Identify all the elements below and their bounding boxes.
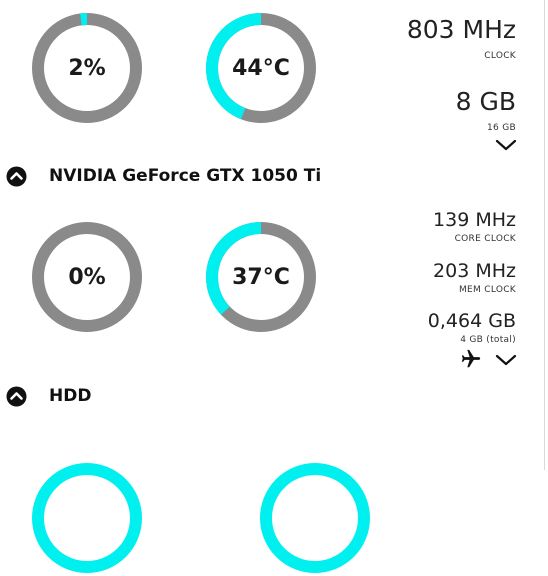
cpu-load-gauge: 2% (29, 10, 145, 126)
chevron-up-circle-icon[interactable] (6, 386, 27, 407)
gpu-section-header[interactable]: NVIDIA GeForce GTX 1050 Ti (6, 164, 321, 188)
ram-used-value: 8 GB (455, 87, 516, 116)
ram-total-label: 16 GB (487, 123, 516, 133)
hdd-gauge-2 (257, 460, 373, 576)
gpu-title: NVIDIA GeForce GTX 1050 Ti (49, 166, 322, 186)
gpu-vram-value: 0,464 GB (427, 310, 516, 332)
window-edge (544, 0, 545, 470)
cpu-clock-label: CLOCK (484, 51, 516, 61)
cpu-temp-gauge: 44°C (203, 10, 319, 126)
cpu-temp-value: 44°C (232, 55, 290, 81)
ram-block: 8 GB 16 GB (456, 89, 516, 133)
hdd-title: HDD (49, 386, 92, 406)
airplane-icon[interactable] (460, 348, 482, 370)
gpu-mem-clock-label: MEM CLOCK (458, 285, 516, 295)
chevron-down-icon[interactable] (494, 137, 518, 151)
chevron-up-circle-icon[interactable] (6, 166, 27, 187)
gpu-core-clock-value: 139 MHz (433, 209, 516, 231)
gpu-temp-value: 37°C (232, 264, 290, 290)
cpu-clock-block: 803 MHz CLOCK (407, 17, 516, 61)
chevron-down-icon[interactable] (494, 352, 518, 366)
gpu-load-gauge: 0% (29, 219, 145, 335)
gpu-vram-block: 0,464 GB 4 GB (total) (427, 310, 516, 346)
gpu-load-value: 0% (68, 264, 106, 290)
gpu-mem-clock-block: 203 MHz MEM CLOCK (433, 260, 516, 296)
gpu-core-clock-block: 139 MHz CORE CLOCK (433, 209, 516, 245)
gpu-mem-clock-value: 203 MHz (433, 260, 516, 282)
gpu-vram-total-label: 4 GB (total) (460, 335, 516, 345)
hdd-gauge-1 (29, 460, 145, 576)
cpu-load-value: 2% (68, 55, 106, 81)
cpu-clock-value: 803 MHz (406, 15, 516, 44)
gpu-core-clock-label: CORE CLOCK (454, 234, 516, 244)
gpu-temp-gauge: 37°C (203, 219, 319, 335)
hdd-section-header[interactable]: HDD (6, 384, 91, 408)
